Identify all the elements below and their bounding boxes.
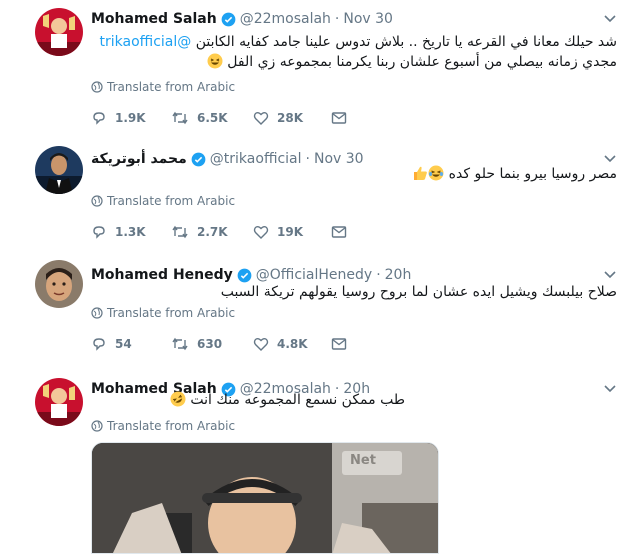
retweet-button[interactable]: 2.7K xyxy=(171,224,253,240)
verified-badge-icon xyxy=(221,12,236,26)
tweet-text-line: طب ممكن نسمع المجموعه منك انت xyxy=(190,392,405,408)
like-count: 19K xyxy=(277,225,303,239)
tweet-actions: 54 630 4.8K xyxy=(91,336,355,352)
translate-link[interactable]: Translate from Arabic xyxy=(91,80,235,94)
tweet-text-line: مجدي زمانه بيصلي من أسبوع علشان ربنا يكر… xyxy=(227,54,617,70)
author-name[interactable]: Mohamed Salah xyxy=(91,11,217,27)
retweet-count: 6.5K xyxy=(197,111,228,125)
like-icon xyxy=(253,226,269,239)
reply-count: 1.9K xyxy=(115,111,146,125)
reply-icon xyxy=(93,112,105,125)
retweet-button[interactable]: 630 xyxy=(171,336,253,352)
message-button[interactable] xyxy=(331,337,355,351)
caret-down-icon[interactable] xyxy=(603,382,617,396)
avatar[interactable] xyxy=(35,260,83,308)
retweet-button[interactable]: 6.5K xyxy=(171,110,253,126)
like-button[interactable]: 4.8K xyxy=(253,336,331,352)
translate-label: Translate from Arabic xyxy=(107,194,236,208)
laughing-emoji xyxy=(207,53,223,69)
tweet-text: مصر روسيا بيرو بنما حلو كده xyxy=(91,164,617,184)
tweet-text: صلاح بيلبسك ويشيل ايده عشان لما بروح روس… xyxy=(91,282,617,302)
retweet-icon xyxy=(172,337,188,351)
tweet-timestamp[interactable]: Nov 30 xyxy=(343,11,393,27)
rofl-emoji xyxy=(170,391,186,407)
retweet-count: 2.7K xyxy=(197,225,228,239)
author-handle[interactable]: @OfficialHenedy xyxy=(256,267,372,283)
reply-button[interactable]: 54 xyxy=(91,336,171,352)
like-count: 28K xyxy=(277,111,303,125)
globe-icon xyxy=(91,81,103,93)
globe-icon xyxy=(91,307,103,319)
avatar[interactable] xyxy=(35,378,83,426)
tweet-text-line: مصر روسيا بيرو بنما حلو كده xyxy=(448,166,617,182)
tweet-text-line: صلاح بيلبسك ويشيل ايده عشان لما بروح روس… xyxy=(220,284,617,300)
translate-label: Translate from Arabic xyxy=(107,80,236,94)
tweet-actions: 1.3K 2.7K 19K xyxy=(91,224,355,240)
tweet-text: طب ممكن نسمع المجموعه منك انت xyxy=(91,390,405,410)
translate-label: Translate from Arabic xyxy=(107,419,236,433)
translate-label: Translate from Arabic xyxy=(107,306,236,320)
message-icon xyxy=(331,226,347,238)
globe-icon xyxy=(91,195,103,207)
message-button[interactable] xyxy=(331,111,355,125)
retweet-count: 630 xyxy=(197,337,223,351)
verified-badge-icon xyxy=(237,268,252,282)
author-handle[interactable]: @22mosalah xyxy=(240,11,331,27)
caret-down-icon[interactable] xyxy=(603,268,617,282)
tweet-text: شد حيلك معانا في القرعه يا تاريخ .. بلاش… xyxy=(91,32,617,72)
tweet[interactable]: محمد أبوتريكة @trikaofficial · Nov 30 مص… xyxy=(0,140,631,256)
reply-button[interactable]: 1.3K xyxy=(91,224,171,240)
tweet[interactable]: Mohamed Henedy @OfficialHenedy · 20h صلا… xyxy=(0,256,631,370)
thumbs-up-emoji xyxy=(414,166,428,180)
message-icon xyxy=(331,112,347,124)
avatar[interactable] xyxy=(35,8,83,56)
mention-link[interactable]: @trikaofficial xyxy=(100,34,192,50)
author-name[interactable]: Mohamed Henedy xyxy=(91,267,233,283)
translate-link[interactable]: Translate from Arabic xyxy=(91,306,235,320)
media-watermark: Net xyxy=(350,453,376,468)
reply-count: 54 xyxy=(115,337,132,351)
retweet-icon xyxy=(172,225,188,239)
globe-icon xyxy=(91,420,103,432)
retweet-icon xyxy=(172,111,188,125)
tweet-timestamp[interactable]: 20h xyxy=(385,267,412,283)
tweet-media-video[interactable]: Net xyxy=(91,442,439,554)
separator-dot: · xyxy=(334,11,340,27)
caret-down-icon[interactable] xyxy=(603,12,617,26)
tweet-actions: 1.9K 6.5K 28K xyxy=(91,110,355,126)
translate-link[interactable]: Translate from Arabic xyxy=(91,419,235,433)
like-button[interactable]: 28K xyxy=(253,110,331,126)
translate-link[interactable]: Translate from Arabic xyxy=(91,194,235,208)
like-icon xyxy=(253,338,269,351)
reply-icon xyxy=(93,338,105,351)
like-count: 4.8K xyxy=(277,337,308,351)
message-button[interactable] xyxy=(331,225,355,239)
separator-dot: · xyxy=(376,267,381,283)
tweet-text-line: شد حيلك معانا في القرعه يا تاريخ .. بلاش… xyxy=(195,34,617,50)
reply-count: 1.3K xyxy=(115,225,146,239)
message-icon xyxy=(331,338,347,350)
reply-button[interactable]: 1.9K xyxy=(91,110,171,126)
avatar[interactable] xyxy=(35,146,83,194)
like-button[interactable]: 19K xyxy=(253,224,331,240)
like-icon xyxy=(253,112,269,125)
reply-icon xyxy=(93,226,105,239)
tweet[interactable]: Mohamed Salah @22mosalah · Nov 30 شد حيل… xyxy=(0,0,631,140)
laughing-emoji xyxy=(428,165,444,181)
